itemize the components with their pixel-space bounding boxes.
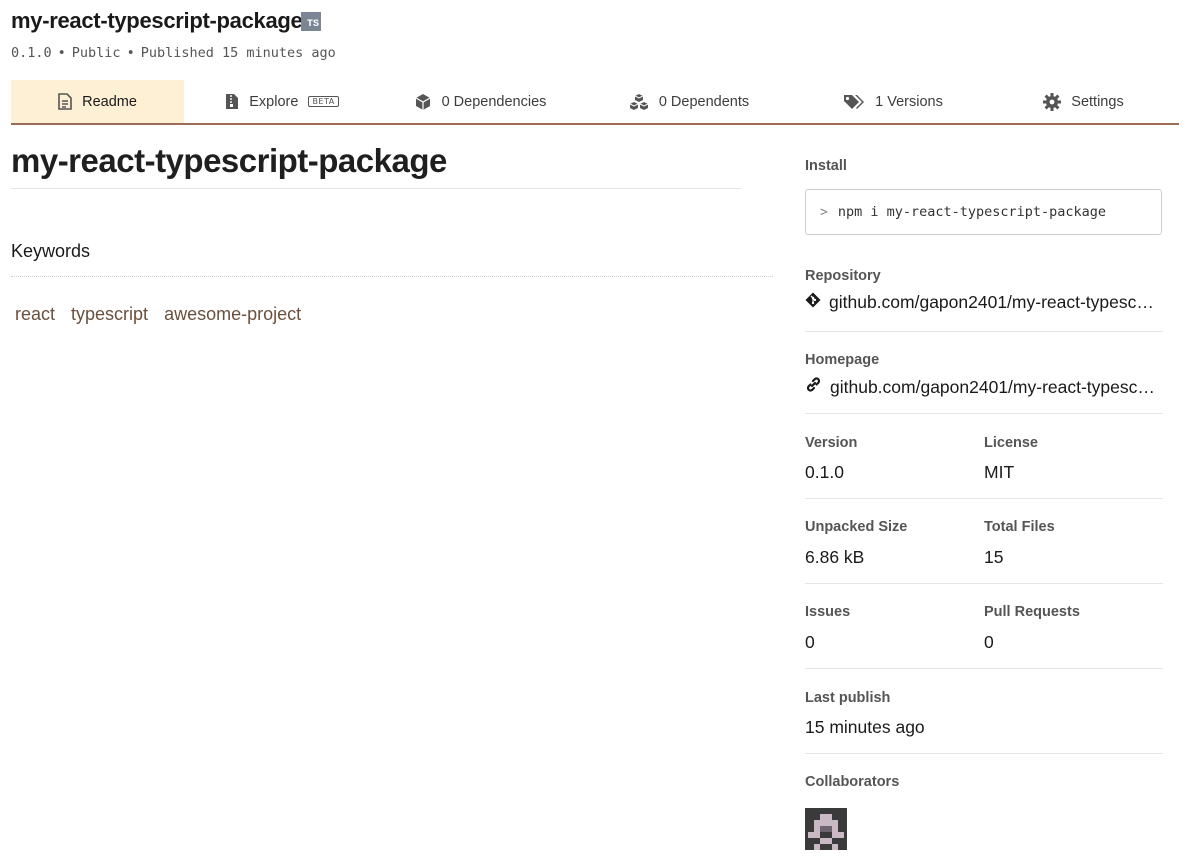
package-published: Published 15 minutes ago [140,45,336,61]
last-publish-value: 15 minutes ago [805,717,925,737]
tab-settings[interactable]: Settings [988,80,1179,123]
tab-readme[interactable]: Readme [11,80,184,123]
issues-value: 0 [805,632,815,652]
tab-versions[interactable]: 1 Versions [798,80,988,123]
prompt-icon: > [820,204,828,220]
keyword-link[interactable]: react [15,304,55,325]
homepage-label: Homepage [805,352,880,368]
link-icon [805,376,822,398]
keyword-link[interactable]: typescript [71,304,148,325]
tab-label: 1 Versions [875,93,943,110]
divider [805,331,1163,332]
total-files-value: 15 [984,547,1004,567]
beta-badge: BETA [308,96,339,107]
divider [805,498,1163,499]
divider [805,413,1163,414]
pull-requests-label: Pull Requests [984,604,1080,620]
typescript-badge-icon: TS [301,12,321,31]
license-label: License [984,435,1038,451]
gear-icon [1043,92,1062,111]
install-command[interactable]: > npm i my-react-typescript-package [805,189,1162,235]
file-icon [58,93,72,110]
version-label: Version [805,435,858,451]
issues-label: Issues [805,604,851,620]
homepage-link[interactable]: github.com/gapon2401/my-react-typescript… [805,376,1155,398]
package-title: my-react-typescript-package [11,8,303,33]
divider [805,668,1163,669]
collaborator-avatar[interactable] [805,808,847,850]
package-version: 0.1.0 [11,45,52,61]
keyword-list: react typescript awesome-project [15,304,301,325]
meta-separator: • [126,45,135,61]
tab-label: Settings [1071,93,1124,110]
license-value: MIT [984,462,1015,482]
total-files-label: Total Files [984,519,1055,535]
unpacked-size-label: Unpacked Size [805,519,908,535]
last-publish-label: Last publish [805,690,891,706]
install-command-text: npm i my-react-typescript-package [837,204,1107,220]
keyword-link[interactable]: awesome-project [164,304,301,325]
tab-label: Readme [82,93,137,110]
divider [805,583,1163,584]
keywords-heading: Keywords [11,241,773,277]
tab-label: Explore [249,93,299,110]
tags-icon [843,94,865,110]
avatar-identicon-icon [805,808,847,850]
pull-requests-value: 0 [984,632,994,652]
meta-separator: • [57,45,66,61]
cube-icon [414,93,432,111]
install-label: Install [805,158,847,174]
package-meta: 0.1.0 • Public • Published 15 minutes ago [11,45,336,61]
version-value: 0.1.0 [805,462,844,482]
tab-dependents[interactable]: 0 Dependents [580,80,798,123]
tab-label: 0 Dependents [658,93,750,110]
package-tabs: Readme Explore BETA 0 Dependencies 0 Dep… [11,80,1179,125]
collaborators-label: Collaborators [805,774,900,790]
cubes-icon [629,93,649,111]
unpacked-size-value: 6.86 kB [805,547,865,567]
repository-link[interactable]: github.com/gapon2401/my-react-typescript… [805,292,1155,313]
divider [805,753,1163,754]
zip-file-icon [225,93,239,110]
tab-explore[interactable]: Explore BETA [184,80,380,123]
repository-label: Repository [805,268,881,284]
tab-dependencies[interactable]: 0 Dependencies [380,80,580,123]
repository-url: github.com/gapon2401/my-react-typescript… [829,292,1155,312]
git-icon [805,292,821,313]
readme-title: my-react-typescript-package [11,142,741,189]
homepage-url: github.com/gapon2401/my-react-typescript… [830,376,1155,397]
package-visibility: Public [71,45,121,61]
tab-label: 0 Dependencies [441,93,547,110]
